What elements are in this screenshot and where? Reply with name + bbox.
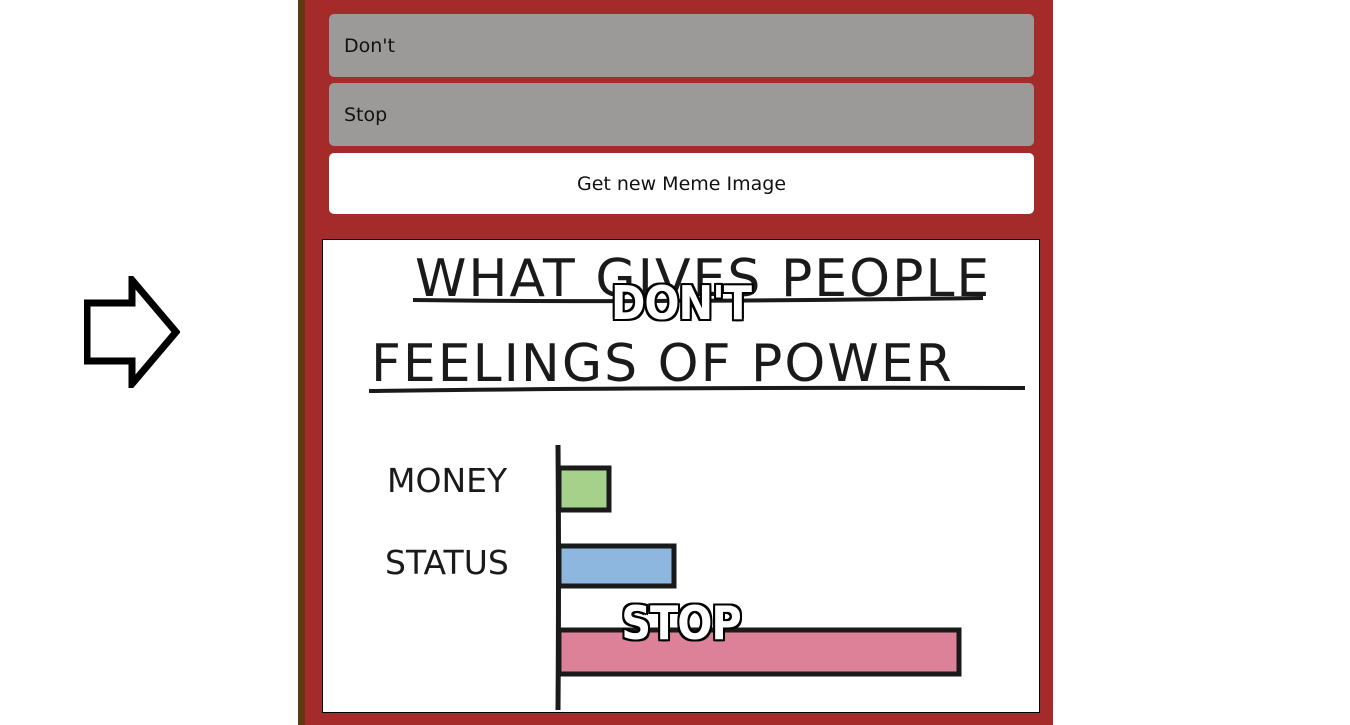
bottom-text-input[interactable] — [329, 83, 1034, 146]
right-arrow-icon — [84, 276, 180, 388]
comic-title-line-2: FEELINGS OF POWER — [371, 334, 954, 394]
comic-bar-label: MONEY — [387, 461, 508, 500]
meme-bottom-caption: Stop — [621, 596, 742, 650]
top-text-input[interactable] — [329, 14, 1034, 77]
meme-image: WHAT GIVES PEOPLE FEELINGS OF POWER MONE… — [322, 239, 1040, 713]
meme-top-caption: Don't — [610, 276, 752, 330]
comic-bar-label: STATUS — [385, 543, 509, 582]
comic-bar — [556, 543, 677, 589]
get-new-meme-image-button[interactable]: Get new Meme Image — [329, 153, 1034, 214]
meme-generator-panel: Get new Meme Image WHAT GIVES PEOPLE FEE… — [298, 0, 1053, 725]
comic-bar — [556, 465, 612, 513]
